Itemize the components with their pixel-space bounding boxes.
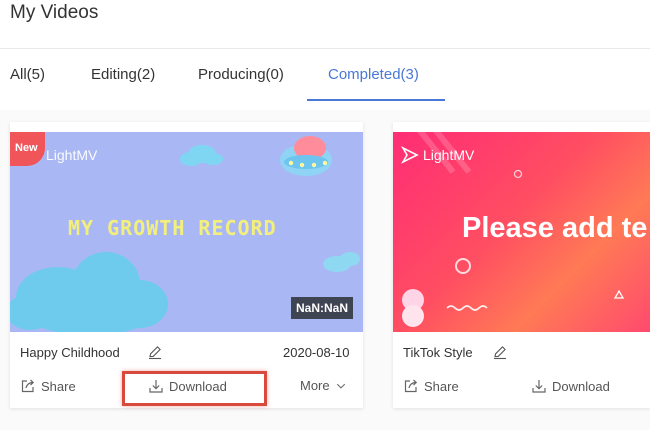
thumbnail-headline: Please add te xyxy=(462,212,648,244)
download-label: Download xyxy=(552,378,610,394)
video-title: TikTok Style xyxy=(403,345,473,360)
thumbnail-headline: MY GROWTH RECORD xyxy=(68,216,277,240)
download-label: Download xyxy=(169,378,227,394)
download-icon xyxy=(149,380,163,393)
more-label: More xyxy=(300,378,330,393)
tab-producing[interactable]: Producing(0) xyxy=(198,66,284,83)
share-label: Share xyxy=(424,378,459,394)
brand-watermark: LightMV xyxy=(423,147,475,163)
video-thumbnail[interactable]: New LightMV MY GROWTH RECORD NaN:NaN xyxy=(10,132,363,332)
tab-editing[interactable]: Editing(2) xyxy=(91,66,155,83)
chevron-down-icon xyxy=(336,383,345,389)
active-tab-indicator xyxy=(307,99,445,101)
video-title: Happy Childhood xyxy=(20,345,120,360)
edit-icon[interactable] xyxy=(147,344,163,360)
tab-all[interactable]: All(5) xyxy=(10,66,45,83)
video-card-tiktok-style: LightMV Please add te TikTok Style Share… xyxy=(393,122,650,408)
share-icon xyxy=(21,379,35,393)
download-icon xyxy=(532,380,546,393)
share-label: Share xyxy=(41,378,76,394)
video-card-happy-childhood: New LightMV MY GROWTH RECORD NaN:NaN Hap… xyxy=(10,122,363,408)
video-thumbnail[interactable]: LightMV Please add te xyxy=(393,132,650,332)
download-button[interactable]: Download xyxy=(148,378,227,394)
share-button[interactable]: Share xyxy=(20,378,76,394)
edit-icon[interactable] xyxy=(492,344,508,360)
header-divider xyxy=(0,48,650,49)
share-icon xyxy=(404,379,418,393)
page-title: My Videos xyxy=(10,2,99,23)
lightmv-logo-icon xyxy=(401,146,419,164)
duration-badge: NaN:NaN xyxy=(290,297,353,319)
tab-completed[interactable]: Completed(3) xyxy=(328,66,419,83)
share-button[interactable]: Share xyxy=(403,378,459,394)
video-date: 2020-08-10 xyxy=(283,345,350,360)
brand-watermark: LightMV xyxy=(46,147,98,163)
more-dropdown[interactable]: More xyxy=(300,378,347,393)
download-button[interactable]: Download xyxy=(531,378,610,394)
